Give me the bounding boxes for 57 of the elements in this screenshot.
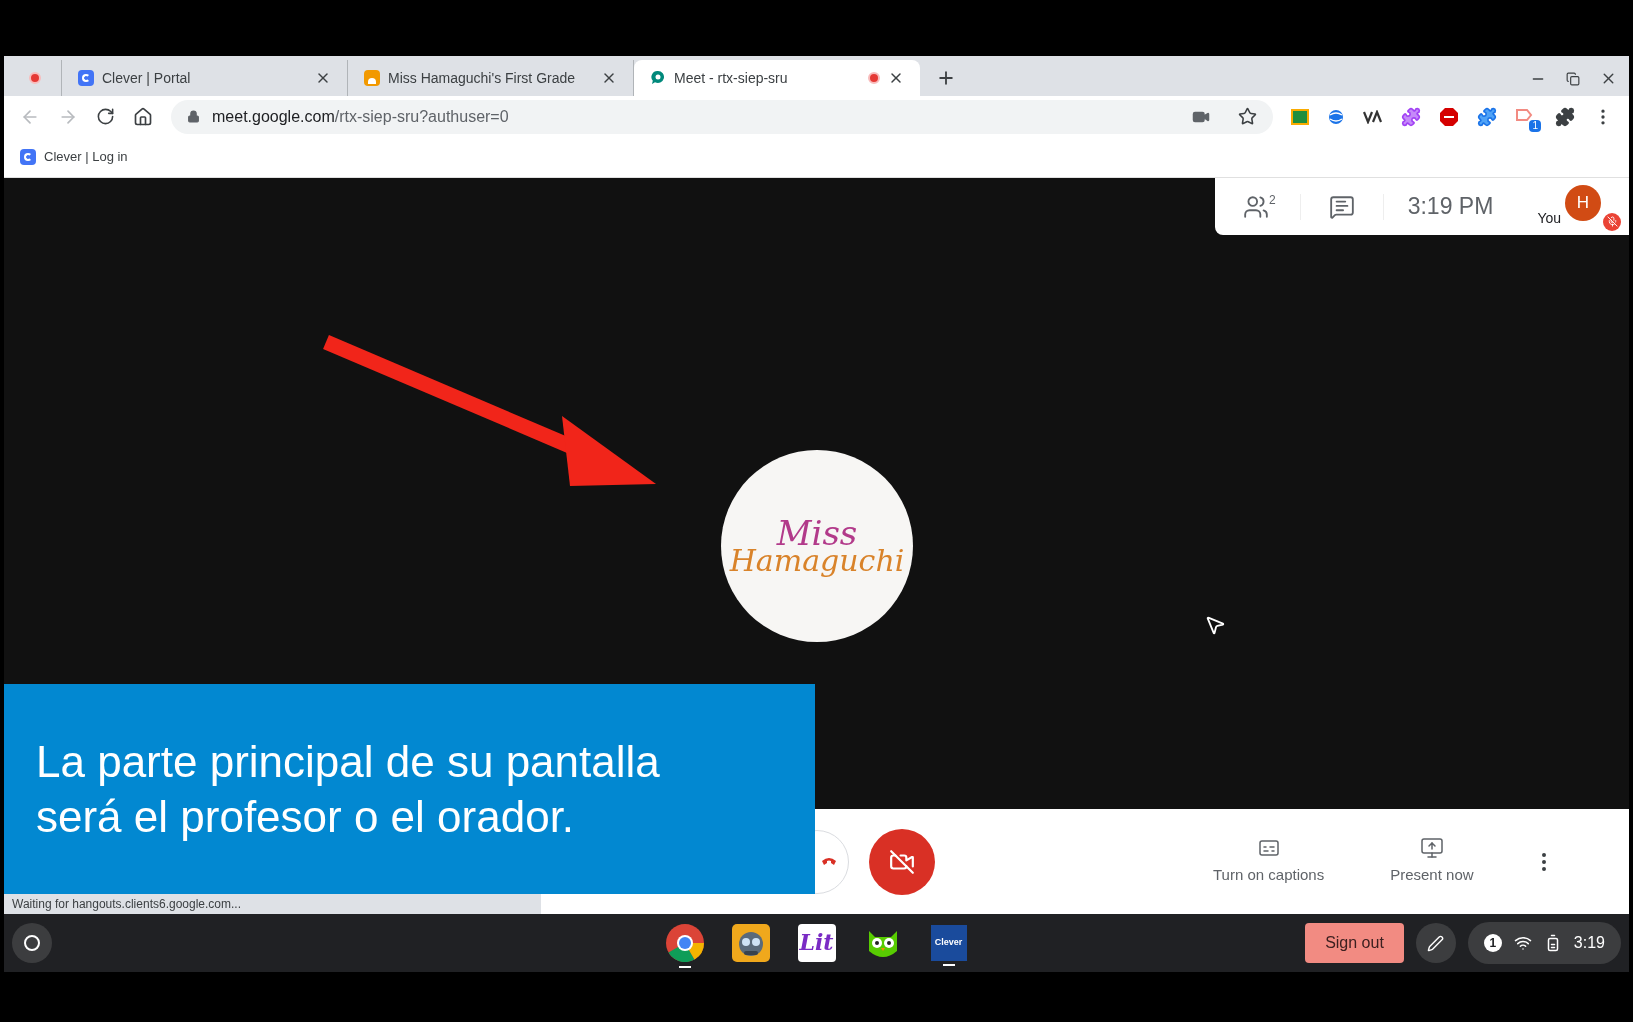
sign-out-button[interactable]: Sign out xyxy=(1305,923,1404,963)
present-icon xyxy=(1419,836,1444,861)
bookmark-star-icon[interactable] xyxy=(1238,107,1257,126)
meeting-time: 3:19 PM xyxy=(1406,192,1494,222)
classroom-extension-icon[interactable] xyxy=(1291,108,1309,125)
lock-icon xyxy=(187,110,200,123)
chat-icon[interactable] xyxy=(1328,193,1355,220)
people-icon xyxy=(1243,193,1269,220)
user-avatar: H xyxy=(1565,184,1601,221)
home-icon[interactable] xyxy=(133,106,153,127)
wifi-icon xyxy=(1513,934,1532,952)
puzzle-extension-icon[interactable] xyxy=(1401,106,1421,127)
caption-text: La parte principal de su pantalla será el profesor o el orador. xyxy=(36,736,660,843)
stylus-button[interactable] xyxy=(1415,923,1456,963)
camera-off-icon xyxy=(889,848,915,875)
bookmark-label: Clever | Log in xyxy=(44,148,128,167)
close-icon[interactable] xyxy=(888,70,904,86)
chrome-icon[interactable] xyxy=(664,922,705,963)
new-tab-icon[interactable] xyxy=(936,68,956,88)
clever-app-icon[interactable]: Clever xyxy=(930,924,967,961)
tray-time: 3:19 xyxy=(1573,933,1605,953)
cast-extension-icon[interactable] xyxy=(1515,106,1535,123)
status-text: Waiting for hangouts.clients6.google.com... xyxy=(12,896,241,913)
url-text: meet.google.com/rtx-siep-sru?authuser=0 xyxy=(212,106,509,127)
tab-title: Clever | Portal xyxy=(102,68,192,88)
present-button[interactable]: Present now xyxy=(1382,836,1482,887)
phone-icon xyxy=(822,856,836,867)
captions-button[interactable]: Turn on captions xyxy=(1205,836,1333,887)
zigzag-extension-icon[interactable] xyxy=(1363,109,1383,124)
close-icon[interactable] xyxy=(601,70,617,86)
bookmark[interactable]: Clever | Log in xyxy=(20,147,128,167)
system-tray[interactable]: 1 3:19 xyxy=(1467,922,1621,964)
pen-icon xyxy=(1427,934,1445,952)
participant-count: 2 xyxy=(1269,193,1276,206)
clever-favicon-icon xyxy=(20,149,36,165)
notification-count: 1 xyxy=(1483,934,1502,952)
mouse-cursor-icon xyxy=(1204,614,1226,636)
globe-extension-icon[interactable] xyxy=(1327,107,1345,126)
participants-button[interactable]: 2 xyxy=(1243,193,1301,220)
restore-icon[interactable] xyxy=(1566,71,1580,86)
tab-title: Meet - rtx-siep-sru xyxy=(674,68,789,88)
extension-badge: 1 xyxy=(1529,119,1541,132)
launcher-button[interactable] xyxy=(12,923,52,963)
puzzle-extension-icon[interactable] xyxy=(1477,106,1497,127)
lit-app-icon[interactable]: Lit xyxy=(797,923,836,962)
reload-icon[interactable] xyxy=(96,107,115,126)
self-label: You xyxy=(1537,208,1561,228)
classroom-favicon-icon xyxy=(364,70,380,86)
browser-tab[interactable]: Meet - rtx-siep-sru xyxy=(634,60,920,96)
tab-title: Miss Hamaguchi's First Grade xyxy=(388,68,577,88)
extensions-icon[interactable] xyxy=(1555,106,1575,127)
close-icon[interactable] xyxy=(315,70,331,86)
meet-favicon-icon xyxy=(650,70,666,86)
stop-sign-icon[interactable] xyxy=(1439,106,1459,127)
robot-app-icon[interactable] xyxy=(731,923,770,962)
address-bar[interactable]: meet.google.com/rtx-siep-sru?authuser=0 xyxy=(171,99,1273,134)
clever-favicon-icon xyxy=(78,70,94,86)
